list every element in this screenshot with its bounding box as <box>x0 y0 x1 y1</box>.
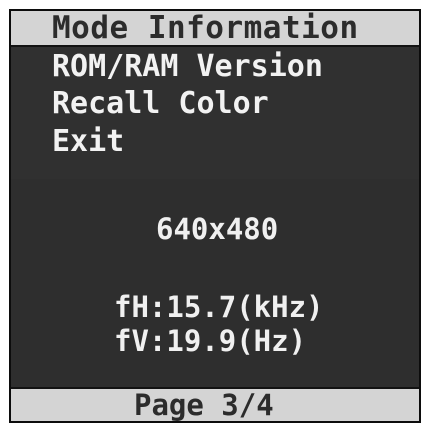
menu-list: ROM/RAM Version Recall Color Exit <box>11 47 419 179</box>
resolution-text: 640x480 <box>156 212 279 246</box>
menu-item-exit[interactable]: Exit <box>52 123 392 161</box>
menu-item-label: Exit <box>52 124 125 159</box>
menu-item-label: Recall Color <box>52 86 269 121</box>
mode-info-panel: 640x480 fH:15.7(kHz) fV:19.9(Hz) <box>11 179 419 389</box>
page-indicator: Page 3/4 <box>134 388 274 422</box>
page-indicator-bar: Page 3/4 <box>11 387 419 421</box>
horizontal-frequency-text: fH:15.7(kHz) <box>114 290 324 324</box>
osd-menu: Mode Information ROM/RAM Version Recall … <box>9 9 421 423</box>
menu-title-bar: Mode Information <box>11 11 419 47</box>
menu-item-label: ROM/RAM Version <box>52 49 323 84</box>
menu-item-recall-color[interactable]: Recall Color <box>52 85 392 123</box>
menu-title: Mode Information <box>52 10 359 46</box>
menu-item-rom-ram-version[interactable]: ROM/RAM Version <box>52 48 392 86</box>
vertical-frequency-text: fV:19.9(Hz) <box>114 324 307 358</box>
